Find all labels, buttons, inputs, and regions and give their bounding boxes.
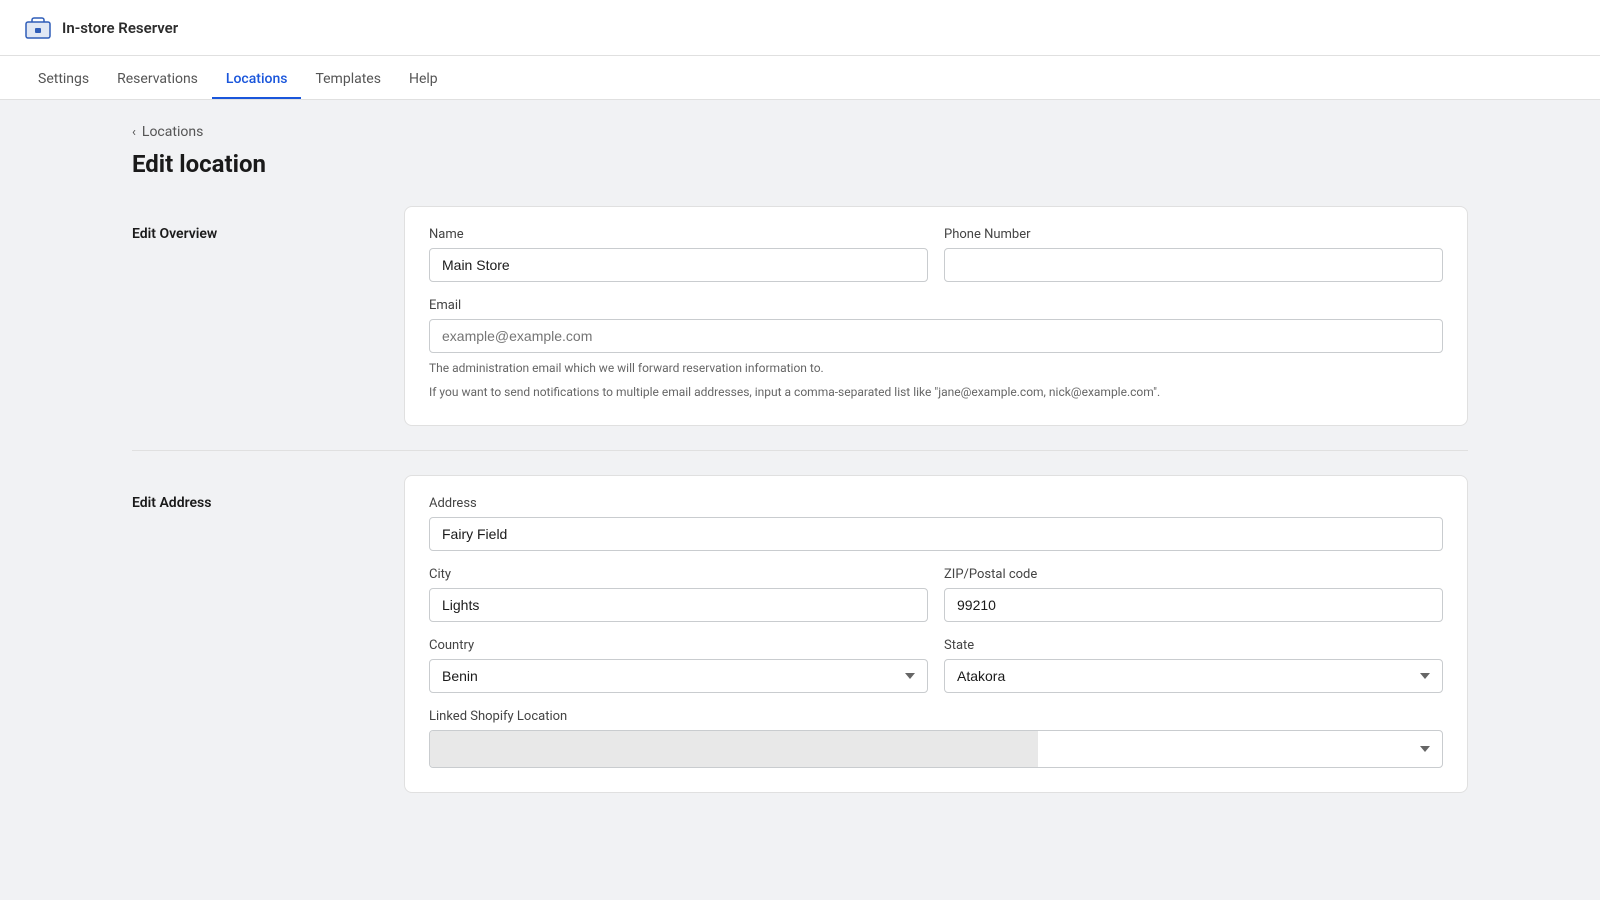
zip-label: ZIP/Postal code (944, 567, 1443, 582)
linked-shopify-label: Linked Shopify Location (429, 709, 1443, 724)
edit-overview-label: Edit Overview (132, 206, 372, 426)
country-label: Country (429, 638, 928, 653)
country-select[interactable]: Benin (429, 659, 928, 693)
breadcrumb[interactable]: ‹ Locations (132, 124, 1468, 140)
breadcrumb-arrow: ‹ (132, 125, 136, 140)
state-label: State (944, 638, 1443, 653)
name-label: Name (429, 227, 928, 242)
nav-templates[interactable]: Templates (301, 55, 395, 99)
nav-help[interactable]: Help (395, 55, 452, 99)
app-title: In-store Reserver (24, 14, 178, 42)
name-input[interactable] (429, 248, 928, 282)
email-hint2: If you want to send notifications to mul… (429, 383, 1443, 401)
city-label: City (429, 567, 928, 582)
edit-overview-section: Edit Overview Name Phone Number Email Th… (132, 206, 1468, 426)
zip-group: ZIP/Postal code (944, 567, 1443, 622)
edit-address-label: Edit Address (132, 475, 372, 793)
email-label: Email (429, 298, 1443, 313)
linked-shopify-row: Linked Shopify Location (429, 709, 1443, 768)
address-input[interactable] (429, 517, 1443, 551)
country-state-row: Country Benin State Atakora (429, 638, 1443, 693)
nav-locations[interactable]: Locations (212, 55, 302, 99)
page-title: Edit location (132, 150, 1468, 178)
main-content: ‹ Locations Edit location Edit Overview … (100, 100, 1500, 817)
state-group: State Atakora (944, 638, 1443, 693)
section-divider (132, 450, 1468, 451)
phone-group: Phone Number (944, 227, 1443, 282)
edit-overview-card: Name Phone Number Email The administrati… (404, 206, 1468, 426)
email-row: Email The administration email which we … (429, 298, 1443, 401)
app-icon (24, 14, 52, 42)
city-group: City (429, 567, 928, 622)
phone-input[interactable] (944, 248, 1443, 282)
linked-shopify-wrapper (429, 730, 1443, 768)
edit-address-card: Address City ZIP/Postal code Country (404, 475, 1468, 793)
email-input[interactable] (429, 319, 1443, 353)
address-row: Address (429, 496, 1443, 551)
phone-label: Phone Number (944, 227, 1443, 242)
nav-reservations[interactable]: Reservations (103, 55, 212, 99)
city-input[interactable] (429, 588, 928, 622)
email-group: Email The administration email which we … (429, 298, 1443, 401)
linked-shopify-group: Linked Shopify Location (429, 709, 1443, 768)
nav-settings[interactable]: Settings (24, 55, 103, 99)
name-phone-row: Name Phone Number (429, 227, 1443, 282)
state-select[interactable]: Atakora (944, 659, 1443, 693)
app-title-text: In-store Reserver (62, 19, 178, 37)
app-bar: In-store Reserver (0, 0, 1600, 56)
breadcrumb-label: Locations (142, 124, 203, 140)
country-group: Country Benin (429, 638, 928, 693)
zip-input[interactable] (944, 588, 1443, 622)
email-hint1: The administration email which we will f… (429, 359, 1443, 377)
nav-bar: Settings Reservations Locations Template… (0, 56, 1600, 100)
address-group: Address (429, 496, 1443, 551)
city-zip-row: City ZIP/Postal code (429, 567, 1443, 622)
name-group: Name (429, 227, 928, 282)
edit-address-section: Edit Address Address City ZIP/Postal cod… (132, 475, 1468, 793)
linked-shopify-select[interactable] (429, 730, 1443, 768)
address-label: Address (429, 496, 1443, 511)
